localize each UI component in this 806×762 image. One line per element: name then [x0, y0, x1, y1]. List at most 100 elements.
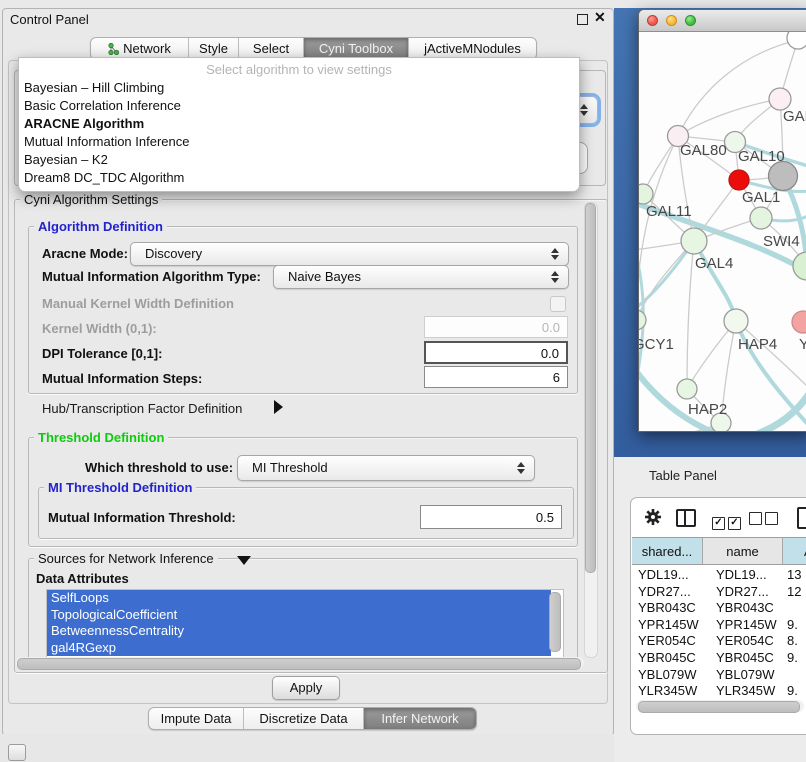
dpi-tolerance-field[interactable]: 0.0 [424, 341, 568, 364]
mi-steps-field[interactable]: 6 [424, 366, 568, 388]
gear-icon[interactable] [644, 508, 662, 531]
zoom-traffic-light-icon[interactable] [685, 15, 696, 26]
data-attributes-list: SelfLoops TopologicalCoefficient Between… [46, 589, 564, 658]
minimize-traffic-light-icon[interactable] [666, 15, 677, 26]
node-label-gal10: GAL10 [738, 148, 785, 165]
mi-threshold-field[interactable]: 0.5 [420, 505, 562, 529]
algorithm-dropdown-popup: Select algorithm to view settings Bayesi… [18, 57, 580, 192]
table-row[interactable]: YDL19...YDL19...13 [632, 567, 806, 584]
mi-algorithm-type-combobox[interactable]: Naive Bayes [273, 265, 569, 289]
threshold-definition-title: Threshold Definition [34, 430, 168, 445]
close-panel-icon[interactable]: ✕ [594, 9, 606, 26]
aracne-mode-label: Aracne Mode: [42, 246, 128, 261]
list-item-gal4rgexp[interactable]: gal4RGexp [47, 640, 551, 657]
node-label-y: Y [799, 336, 806, 353]
table-rows: YDL19...YDL19...13 YDR27...YDR27...12 YB… [632, 567, 806, 700]
node-hap4[interactable] [724, 309, 748, 333]
table-horizontal-scrollbar-thumb[interactable] [638, 701, 800, 713]
node-label-gal4: GAL4 [695, 255, 733, 272]
node-gal-top-right[interactable] [769, 88, 791, 110]
table-function-icon[interactable] [797, 507, 806, 529]
column-header-clipped[interactable]: A [783, 537, 806, 565]
tab-select[interactable]: Select [238, 38, 303, 59]
combo-arrows-icon [517, 461, 525, 475]
deselect-all-columns-icon[interactable] [749, 512, 778, 530]
close-traffic-light-icon[interactable] [647, 15, 658, 26]
kernel-width-label: Kernel Width (0,1): [42, 321, 157, 336]
table-row[interactable]: YLR345WYLR345W9. [632, 683, 806, 700]
settings-vertical-scrollbar-thumb[interactable] [585, 203, 596, 573]
node-gal1[interactable] [750, 207, 772, 229]
which-threshold-combobox[interactable]: MI Threshold [237, 455, 535, 481]
apply-button[interactable]: Apply [272, 676, 340, 700]
tab-impute-data[interactable]: Impute Data [149, 708, 243, 729]
node-label-gal80: GAL80 [680, 142, 727, 159]
settings-horizontal-scrollbar-thumb[interactable] [17, 658, 581, 670]
node-label-hap4: HAP4 [738, 336, 777, 353]
dropdown-prompt: Select algorithm to view settings [19, 62, 579, 77]
dropdown-item-dream8[interactable]: Dream8 DC_TDC Algorithm [24, 169, 574, 187]
node-gray[interactable] [769, 162, 798, 191]
network-graph [639, 32, 806, 431]
node-label-swi4: SWI4 [763, 233, 800, 250]
dropdown-item-mutual-information[interactable]: Mutual Information Inference [24, 133, 574, 151]
list-item-betweennesscentrality[interactable]: BetweennessCentrality [47, 623, 551, 640]
tab-jactivemnodules[interactable]: jActiveMNodules [408, 38, 536, 59]
aracne-mode-combobox[interactable]: Discovery [130, 242, 569, 266]
node-label-gal: GAL [783, 108, 806, 125]
column-header-shared-name[interactable]: shared... [632, 537, 703, 565]
hub-definition-expander-label[interactable]: Hub/Transcription Factor Definition [42, 401, 242, 416]
expander-arrow-down-icon[interactable] [237, 556, 251, 565]
tab-discretize-data[interactable]: Discretize Data [243, 708, 363, 729]
node-swi4[interactable] [793, 252, 806, 280]
combo-arrows-icon [580, 103, 588, 117]
split-columns-icon[interactable] [676, 509, 696, 527]
node-label-gal11: GAL11 [646, 203, 692, 220]
dropdown-item-bayesian-hill-climbing[interactable]: Bayesian – Hill Climbing [24, 79, 574, 97]
network-window-titlebar[interactable] [639, 10, 806, 32]
table-row[interactable]: YBR045CYBR045C9. [632, 650, 806, 667]
dropdown-item-bayesian-k2[interactable]: Bayesian – K2 [24, 151, 574, 169]
float-window-icon[interactable] [577, 14, 588, 25]
algorithm-definition-title: Algorithm Definition [34, 219, 167, 234]
list-item-selfloops[interactable]: SelfLoops [47, 590, 551, 607]
combo-arrows-icon [551, 270, 559, 284]
list-item-topologicalcoefficient[interactable]: TopologicalCoefficient [47, 607, 551, 624]
node-red-selected[interactable] [729, 170, 749, 190]
corner-widget-icon[interactable] [8, 744, 26, 761]
node-gcy1[interactable] [639, 310, 646, 330]
bottom-strip [0, 734, 614, 762]
tab-style[interactable]: Style [188, 38, 238, 59]
node-label-gal1: GAL1 [742, 189, 780, 206]
sources-group-title: Sources for Network Inference [34, 551, 218, 566]
node-gal11[interactable] [639, 184, 653, 204]
tab-network[interactable]: Network [91, 38, 188, 59]
column-header-name[interactable]: name [703, 537, 783, 565]
dropdown-item-basic-correlation[interactable]: Basic Correlation Inference [24, 97, 574, 115]
attributes-list-scrollbar[interactable] [549, 592, 561, 652]
network-tab-icon [108, 43, 119, 55]
tab-infer-network[interactable]: Infer Network [363, 708, 476, 729]
table-row[interactable]: YER054CYER054C8. [632, 633, 806, 650]
node-hap2[interactable] [677, 379, 697, 399]
tab-cyni-toolbox[interactable]: Cyni Toolbox [303, 38, 408, 59]
control-panel-title: Control Panel [10, 12, 89, 27]
node-label-gcy1: GCY1 [639, 336, 674, 353]
network-canvas[interactable]: GAL GAL80 GAL10 GAL1 GAL11 SWI4 GAL4 GCY… [639, 32, 806, 431]
table-row[interactable]: YDR27...YDR27...12 [632, 584, 806, 601]
table-row[interactable]: YBL079WYBL079W [632, 667, 806, 684]
table-row[interactable]: YBR043CYBR043C [632, 600, 806, 617]
node-salmon[interactable] [792, 311, 806, 333]
select-all-columns-icon[interactable]: ✓✓ [712, 512, 741, 530]
node-label-hap2: HAP2 [688, 401, 727, 418]
manual-kernel-width-checkbox [550, 296, 566, 312]
mi-threshold-definition-title: MI Threshold Definition [44, 480, 196, 495]
expander-arrow-right-icon[interactable] [274, 400, 283, 414]
combo-arrows-icon [551, 247, 559, 261]
node-unlabeled-top[interactable] [787, 32, 806, 49]
node-gal4[interactable] [681, 228, 707, 254]
manual-kernel-width-label: Manual Kernel Width Definition [42, 296, 234, 311]
table-row[interactable]: YPR145WYPR145W9. [632, 617, 806, 634]
bottom-tabbar: Impute Data Discretize Data Infer Networ… [148, 707, 477, 730]
dropdown-item-aracne[interactable]: ARACNE Algorithm [24, 115, 574, 133]
